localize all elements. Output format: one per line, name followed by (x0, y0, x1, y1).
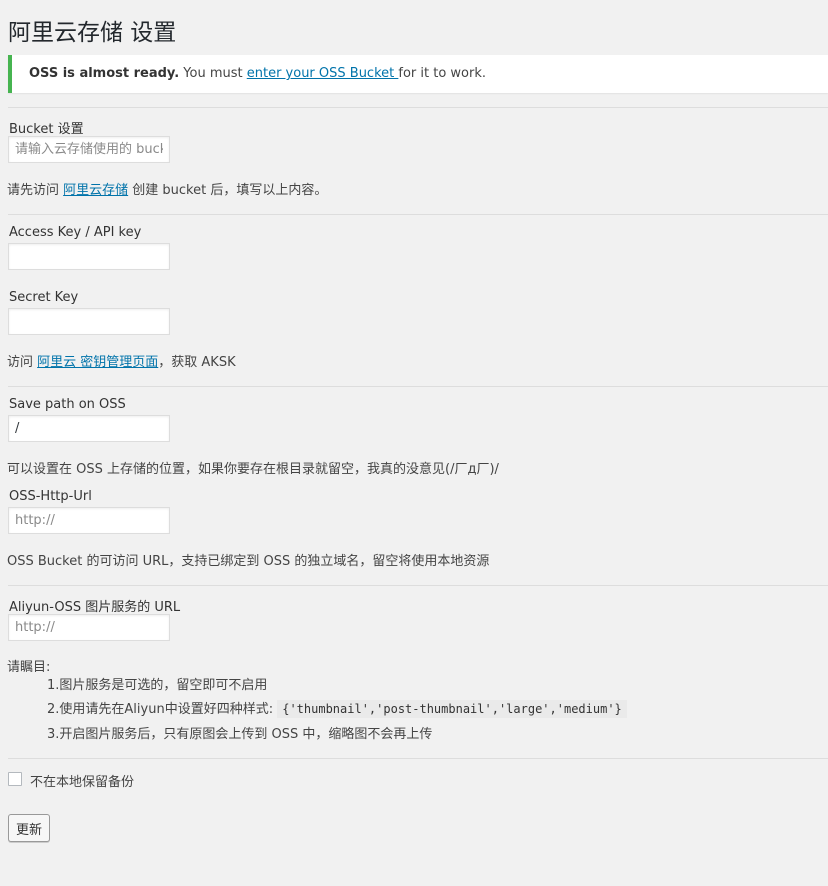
aliyun-key-management-link[interactable]: 阿里云 密钥管理页面 (37, 355, 158, 370)
aliyun-oss-link[interactable]: 阿里云存储 (63, 183, 128, 198)
bucket-input[interactable] (8, 136, 170, 163)
divider (8, 386, 828, 387)
notice-text: You must (179, 66, 247, 81)
divider (8, 758, 828, 759)
divider (8, 585, 828, 586)
img-service-note-2: 2.使用请先在Aliyun中设置好四种样式: {'thumbnail','pos… (47, 698, 627, 718)
note-2-text: 2.使用请先在Aliyun中设置好四种样式: (47, 702, 278, 717)
divider (8, 214, 828, 215)
no-local-backup-label[interactable]: 不在本地保留备份 (30, 771, 134, 790)
http-url-input[interactable] (8, 507, 170, 534)
access-key-label: Access Key / API key (9, 225, 142, 240)
style-names-code: {'thumbnail','post-thumbnail','large','m… (277, 700, 627, 718)
bucket-desc-text: 请先访问 (7, 183, 64, 198)
http-url-description: OSS Bucket 的可访问 URL，支持已绑定到 OSS 的独立域名，留空将… (7, 554, 490, 569)
divider (8, 107, 828, 108)
secret-desc-text-end: ，获取 AKSK (158, 355, 236, 370)
secret-key-label: Secret Key (9, 290, 79, 305)
bucket-description: 请先访问 阿里云存储 创建 bucket 后，填写以上内容。 (7, 179, 327, 198)
img-service-note-1: 1.图片服务是可选的，留空即可不启用 (47, 678, 268, 693)
enter-bucket-link[interactable]: enter your OSS Bucket (247, 66, 399, 81)
img-service-label: Aliyun-OSS 图片服务的 URL (9, 600, 181, 615)
setup-notice: OSS is almost ready. You must enter your… (8, 55, 828, 93)
page-title: 阿里云存储 设置 (8, 20, 177, 46)
secret-key-input[interactable] (8, 308, 170, 335)
update-button[interactable]: 更新 (8, 814, 50, 842)
save-path-description: 可以设置在 OSS 上存储的位置，如果你要存在根目录就留空，我真的没意见(/厂д… (7, 462, 499, 477)
img-service-note-title: 请瞩目: (7, 660, 51, 675)
save-path-input[interactable] (8, 415, 170, 442)
no-local-backup-checkbox[interactable] (8, 772, 22, 786)
secret-key-description: 访问 阿里云 密钥管理页面，获取 AKSK (7, 351, 236, 370)
notice-text-end: for it to work. (398, 66, 486, 81)
bucket-label: Bucket 设置 (9, 122, 84, 137)
bucket-desc-text-end: 创建 bucket 后，填写以上内容。 (128, 183, 328, 198)
http-url-label: OSS-Http-Url (9, 489, 92, 504)
save-path-label: Save path on OSS (9, 397, 126, 412)
access-key-input[interactable] (8, 243, 170, 270)
notice-strong: OSS is almost ready. (29, 66, 180, 81)
img-service-input[interactable] (8, 614, 170, 641)
img-service-note-3: 3.开启图片服务后，只有原图会上传到 OSS 中，缩略图不会再上传 (47, 727, 433, 742)
secret-desc-text: 访问 (7, 355, 38, 370)
